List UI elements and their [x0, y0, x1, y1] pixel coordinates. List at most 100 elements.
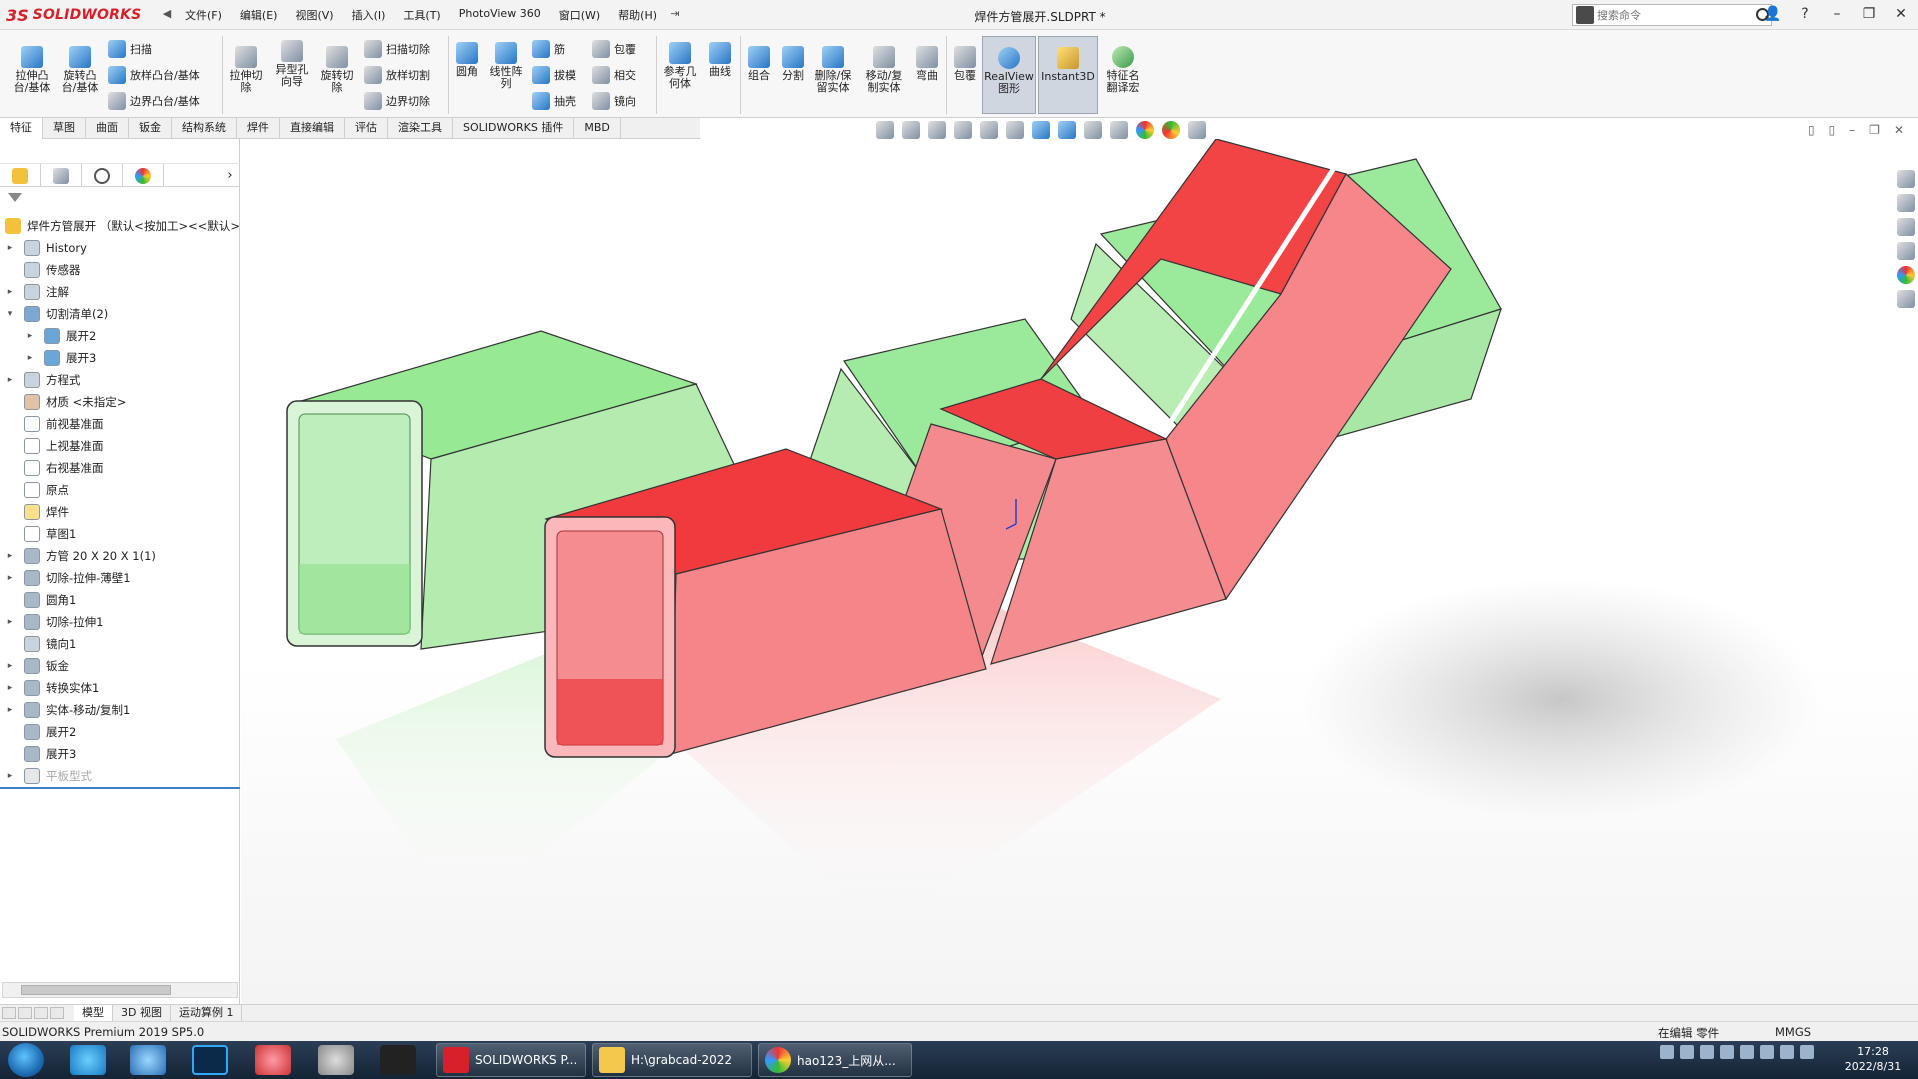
tree-item[interactable]: 传感器	[0, 259, 240, 281]
expand-toggle-icon[interactable]: ▸	[24, 347, 36, 369]
next-tab-icon[interactable]	[34, 1007, 48, 1019]
fillet-button[interactable]: 圆角	[452, 42, 482, 78]
mirror-button[interactable]: 镜向	[592, 92, 636, 110]
loft-cut-button[interactable]: 放样切割	[364, 66, 430, 84]
tree-item[interactable]: 草图1	[0, 523, 240, 545]
tree-item[interactable]: 原点	[0, 479, 240, 501]
tab-model[interactable]: 模型	[74, 1005, 113, 1021]
move-copy-body-button[interactable]: 移动/复 制实体	[862, 46, 906, 94]
tree-item[interactable]: 上视基准面	[0, 435, 240, 457]
view-settings-icon[interactable]	[1162, 121, 1180, 139]
tree-item[interactable]: ▸ 注解	[0, 281, 240, 303]
view-orientation-icon[interactable]	[1032, 121, 1050, 139]
tab-mbd[interactable]: MBD	[574, 118, 621, 139]
tab-render-tools[interactable]: 渲染工具	[388, 118, 453, 139]
pinned-app-icon[interactable]	[70, 1045, 106, 1075]
loft-button[interactable]: 放样凸台/基体	[108, 66, 200, 84]
edit-appearance-icon[interactable]	[1110, 121, 1128, 139]
tree-item[interactable]: 右视基准面	[0, 457, 240, 479]
combine-button[interactable]: 组合	[744, 46, 774, 82]
doc-minimize-button[interactable]: –	[1849, 123, 1855, 137]
shell-button[interactable]: 抽壳	[532, 92, 576, 110]
expand-toggle-icon[interactable]: ▸	[4, 281, 16, 303]
pinned-app-icon[interactable]	[255, 1045, 291, 1075]
tab-sketch[interactable]: 草图	[43, 118, 86, 139]
tree-root[interactable]: 焊件方管展开 （默认<按加工><<默认>	[0, 215, 240, 237]
tab-sheet-metal[interactable]: 钣金	[129, 118, 172, 139]
extrude-cut-button[interactable]: 拉伸切 除	[226, 46, 266, 94]
tree-item[interactable]: ▸ 展开3	[0, 347, 240, 369]
home-icon[interactable]	[1897, 170, 1915, 188]
apply-scene-icon[interactable]	[1136, 121, 1154, 139]
design-library-icon[interactable]	[1897, 194, 1915, 212]
tree-item[interactable]: ▸ 转换实体1	[0, 677, 240, 699]
tree-item[interactable]: 前视基准面	[0, 413, 240, 435]
volume-icon[interactable]	[1780, 1045, 1794, 1059]
user-icon[interactable]: 👤	[1762, 4, 1784, 24]
realview-button[interactable]: RealView 图形	[982, 36, 1036, 114]
intersect-button[interactable]: 相交	[592, 66, 636, 84]
menu-help[interactable]: 帮助(H)	[611, 7, 664, 23]
linear-pattern-button[interactable]: 线性阵 列	[486, 42, 526, 90]
instant3d-button[interactable]: Instant3D	[1038, 36, 1098, 114]
tree-item[interactable]: 展开3	[0, 743, 240, 765]
expand-toggle-icon[interactable]: ▸	[4, 699, 16, 721]
expand-toggle-icon[interactable]: ▾	[4, 303, 16, 325]
expand-toggle-icon[interactable]: ▸	[4, 545, 16, 567]
clock[interactable]: 17:28 2022/8/31	[1838, 1044, 1908, 1074]
tab-direct-editing[interactable]: 直接编辑	[280, 118, 345, 139]
tree-item[interactable]: 镜向1	[0, 633, 240, 655]
sweep-button[interactable]: 扫描	[108, 40, 152, 58]
close-button[interactable]: ✕	[1890, 4, 1912, 24]
rib-button[interactable]: 筋	[532, 40, 565, 58]
revolve-boss-button[interactable]: 旋转凸 台/基体	[58, 46, 102, 94]
hide-show-icon[interactable]	[1084, 121, 1102, 139]
restore-button[interactable]: ❐	[1858, 4, 1880, 24]
pin-icon[interactable]: ⇥	[668, 7, 682, 23]
expand-toggle-icon[interactable]: ▸	[4, 237, 16, 259]
appearances-icon[interactable]	[1897, 266, 1915, 284]
custom-properties-icon[interactable]	[1897, 290, 1915, 308]
solidworks-logo[interactable]: 3S SOLIDWORKS	[6, 4, 154, 26]
minimize-button[interactable]: –	[1826, 4, 1848, 24]
feature-manager-tab[interactable]	[0, 164, 41, 187]
pinned-app-icon[interactable]	[318, 1045, 354, 1075]
tree-item[interactable]: 展开2	[0, 721, 240, 743]
property-manager-tab[interactable]	[41, 164, 82, 187]
section-view-icon[interactable]	[980, 121, 998, 139]
tree-item[interactable]: ▸ 切除-拉伸-薄壁1	[0, 567, 240, 589]
tree-rollback-bar[interactable]	[0, 787, 240, 789]
tab-evaluate[interactable]: 评估	[345, 118, 388, 139]
tree-item[interactable]: ▸ 展开2	[0, 325, 240, 347]
tab-weldments[interactable]: 焊件	[237, 118, 280, 139]
tile-left-icon[interactable]: ▯	[1808, 123, 1815, 137]
photoshop-icon[interactable]	[192, 1045, 228, 1075]
view-palette-icon[interactable]	[1897, 242, 1915, 260]
orient-icon[interactable]	[876, 121, 894, 139]
tile-right-icon[interactable]: ▯	[1829, 123, 1836, 137]
tab-motion-study[interactable]: 运动算例 1	[171, 1005, 243, 1021]
tree-item[interactable]: 材质 <未指定>	[0, 391, 240, 413]
unit-system[interactable]: MMGS	[1775, 1025, 1811, 1039]
tree-item[interactable]: ▸ 方程式	[0, 369, 240, 391]
tray-app-icon[interactable]	[1720, 1045, 1734, 1059]
display-manager-tab[interactable]	[123, 164, 164, 187]
tab-features[interactable]: 特征	[0, 118, 43, 139]
tree-horizontal-scrollbar[interactable]	[2, 982, 238, 998]
display-style-icon[interactable]	[1058, 121, 1076, 139]
expand-toggle-icon[interactable]: ▸	[4, 611, 16, 633]
expand-toggle-icon[interactable]: ▸	[4, 677, 16, 699]
prev-tab-icon[interactable]	[18, 1007, 32, 1019]
configuration-manager-tab[interactable]	[82, 164, 123, 187]
tree-item[interactable]: ▸ 方管 20 X 20 X 1(1)	[0, 545, 240, 567]
doc-close-button[interactable]: ✕	[1894, 123, 1904, 137]
extrude-boss-button[interactable]: 拉伸凸 台/基体	[10, 46, 54, 94]
tray-app-icon[interactable]	[1700, 1045, 1714, 1059]
zoom-fit-icon[interactable]	[902, 121, 920, 139]
tray-app-icon[interactable]	[1680, 1045, 1694, 1059]
tab-structure-system[interactable]: 结构系统	[172, 118, 237, 139]
split-button[interactable]: 分割	[778, 46, 808, 82]
tray-app-icon[interactable]	[1740, 1045, 1754, 1059]
expand-toggle-icon[interactable]: ▸	[4, 567, 16, 589]
menu-window[interactable]: 窗口(W)	[552, 7, 607, 23]
